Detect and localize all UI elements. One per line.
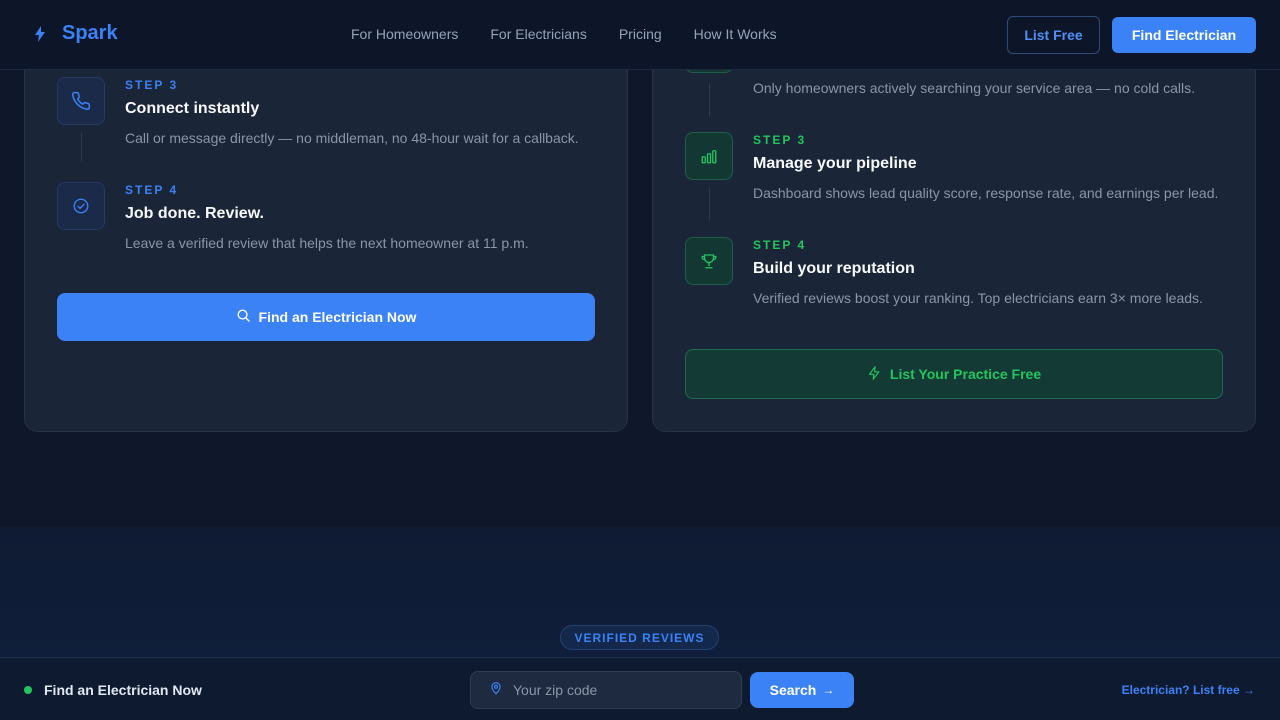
verified-reviews-badge: VERIFIED REVIEWS [560, 625, 719, 650]
homeowners-steps-card: STEP 3 Connect instantly Call or message… [24, 40, 628, 432]
top-nav: Spark For Homeowners For Electricians Pr… [0, 0, 1280, 70]
zip-code-input[interactable] [513, 682, 733, 698]
nav-links: For Homeowners For Electricians Pricing … [351, 26, 777, 42]
phone-icon [57, 77, 105, 125]
lightning-bolt-icon [867, 365, 882, 384]
search-button[interactable]: Search → [750, 672, 854, 708]
step-label: STEP 3 [125, 78, 179, 92]
list-free-button[interactable]: List Free [1007, 16, 1100, 54]
step-description: Call or message directly — no middleman,… [125, 130, 579, 146]
step-title: Build your reputation [753, 260, 915, 277]
step-description: Verified reviews boost your ranking. Top… [753, 290, 1203, 306]
step-label: STEP 4 [125, 183, 179, 197]
electricians-steps-card: Only homeowners actively searching your … [652, 25, 1256, 432]
nav-link-how-it-works[interactable]: How It Works [694, 26, 777, 42]
step-connector [709, 188, 710, 220]
step-title: Connect instantly [125, 100, 260, 117]
electrician-step-4: STEP 4 Build your reputation Verified re… [685, 237, 1225, 317]
bar-chart-icon [685, 132, 733, 180]
map-pin-icon [489, 680, 503, 701]
button-label: Find an Electrician Now [258, 309, 417, 325]
homeowner-step-3: STEP 3 Connect instantly Call or message… [57, 77, 597, 157]
step-description: Only homeowners actively searching your … [753, 80, 1195, 96]
check-circle-icon [57, 182, 105, 230]
step-title: Manage your pipeline [753, 155, 917, 172]
brand-logo[interactable]: Spark [32, 22, 118, 45]
status-dot [24, 686, 32, 694]
zip-code-field[interactable] [470, 671, 742, 709]
step-description: Leave a verified review that helps the n… [125, 235, 529, 251]
brand-name: Spark [62, 22, 118, 44]
step-connector [81, 133, 82, 161]
button-label: Search [769, 682, 817, 698]
homeowner-step-4: STEP 4 Job done. Review. Leave a verifie… [57, 182, 597, 262]
arrow-right-icon: → [822, 683, 835, 697]
list-your-practice-free-button[interactable]: List Your Practice Free [685, 349, 1223, 399]
electrician-step-3: STEP 3 Manage your pipeline Dashboard sh… [685, 132, 1225, 212]
step-label: STEP 4 [753, 238, 807, 252]
nav-link-for-homeowners[interactable]: For Homeowners [351, 26, 458, 42]
step-label: STEP 3 [753, 133, 807, 147]
electrician-list-free-link[interactable]: Electrician? List free → [1122, 683, 1255, 697]
find-electrician-button[interactable]: Find Electrician [1112, 17, 1256, 53]
nav-link-pricing[interactable]: Pricing [619, 26, 662, 42]
sticky-title: Find an Electrician Now [44, 682, 202, 698]
trophy-icon [685, 237, 733, 285]
sticky-search-bar: Find an Electrician Now Search → Electri… [0, 657, 1280, 720]
step-description: Dashboard shows lead quality score, resp… [753, 185, 1219, 201]
step-title: Job done. Review. [125, 205, 264, 222]
nav-link-for-electricians[interactable]: For Electricians [490, 26, 586, 42]
lightning-bolt-icon [32, 23, 48, 45]
button-label: List Your Practice Free [889, 366, 1042, 382]
search-icon [236, 308, 251, 326]
find-electrician-now-button[interactable]: Find an Electrician Now [57, 293, 595, 341]
step-connector [709, 83, 710, 117]
